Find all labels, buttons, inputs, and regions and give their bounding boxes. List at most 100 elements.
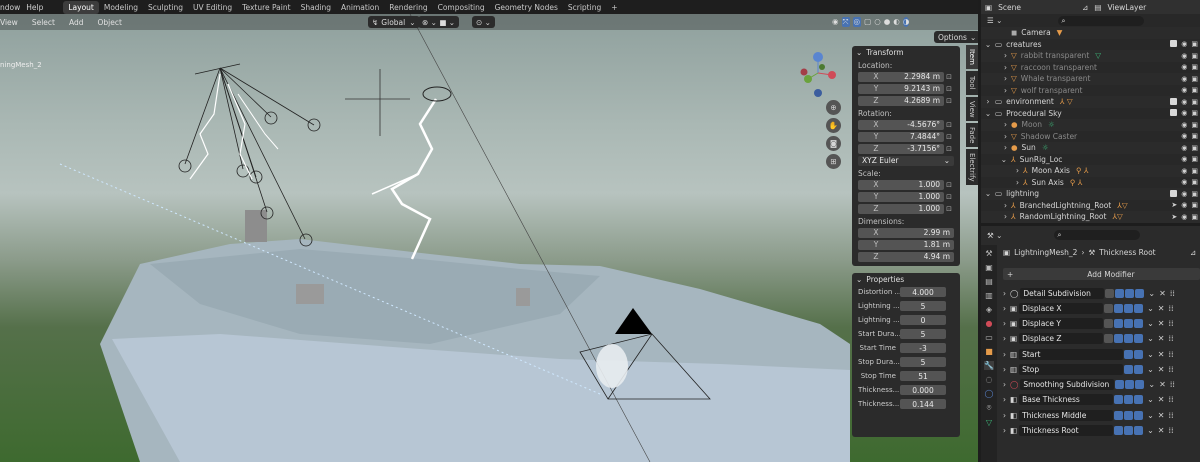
menu-view[interactable]: View <box>0 18 18 27</box>
rotation-y-field[interactable]: Y 7.4844° <box>858 131 944 142</box>
drag-handle-icon[interactable]: ⁞⁞ <box>1169 334 1174 343</box>
location-z-field[interactable]: Z 4.2689 m <box>858 95 944 106</box>
drag-handle-icon[interactable]: ⁞⁞ <box>1169 411 1174 420</box>
drag-handle-icon[interactable]: ⁞⁞ <box>1169 426 1174 435</box>
on-cage-toggle[interactable] <box>1105 289 1115 298</box>
modifier-displace-x[interactable]: › ▣ Displace X ⌄ ✕ ⁞⁞ <box>1003 302 1200 315</box>
outliner-row-moon-axis[interactable]: › ⅄ Moon Axis ⚲ ⅄ ◉ ▣ <box>981 165 1200 177</box>
lock-icon[interactable]: ⊡ <box>944 193 954 201</box>
render-icon[interactable]: ▣ <box>1191 86 1198 94</box>
chevron-right-icon[interactable]: › <box>1003 304 1006 313</box>
edit-mode-toggle[interactable] <box>1114 319 1124 328</box>
tab-sculpting[interactable]: Sculpting <box>143 1 188 14</box>
modifier-detail-subdivision[interactable]: › ◯ Detail Subdivision ⌄ ✕ ⁞⁞ <box>1003 287 1200 300</box>
close-icon[interactable]: ✕ <box>1159 289 1166 298</box>
close-icon[interactable]: ✕ <box>1158 411 1165 420</box>
render-toggle[interactable] <box>1134 319 1144 328</box>
location-y-field[interactable]: Y 9.2143 m <box>858 83 944 94</box>
close-icon[interactable]: ✕ <box>1158 395 1165 404</box>
render-toggle[interactable] <box>1134 411 1144 420</box>
gizmo-icon[interactable]: ⤧ <box>841 17 850 27</box>
outliner-row-branched-lightning-root[interactable]: › ⅄ BranchedLightning_Root ⅄▽ ➤ ◉ ▣ <box>981 200 1200 212</box>
drag-handle-icon[interactable]: ⁞⁞ <box>1169 365 1174 374</box>
viewport-toggle[interactable] <box>1124 319 1134 328</box>
modifier-thickness-middle[interactable]: › ◧ Thickness Middle ⌄ ✕ ⁞⁞ <box>1003 409 1200 422</box>
viewport-toggle[interactable] <box>1124 365 1134 374</box>
render-icon[interactable]: ▣ <box>1191 109 1198 117</box>
menu-window[interactable]: ndow <box>0 3 26 12</box>
pin-icon[interactable]: ⊿ <box>1082 3 1088 12</box>
drag-handle-icon[interactable]: ⁞⁞ <box>1170 289 1175 298</box>
outliner-row-wolf[interactable]: › ▽ wolf transparent ◉ ▣ <box>981 85 1200 97</box>
drag-handle-icon[interactable]: ⁞⁞ <box>1169 350 1174 359</box>
chevron-down-icon[interactable]: ⌄ <box>1147 350 1154 359</box>
editor-type-icon[interactable]: ⚒ ⌄ <box>987 231 1002 240</box>
property-value-field[interactable]: 51 <box>900 371 946 381</box>
property-value-field[interactable]: -3 <box>900 343 946 353</box>
eye-icon[interactable]: ◉ <box>1181 52 1187 60</box>
modifier-name-field[interactable]: Thickness Middle <box>1019 410 1114 421</box>
render-icon[interactable]: ▣ <box>1191 52 1198 60</box>
ortho-grid-icon[interactable]: ⊞ <box>826 154 841 169</box>
overlay-icon[interactable]: ◎ <box>852 17 862 27</box>
view-layer-icon[interactable]: ▤ <box>1094 3 1101 12</box>
scale-y-field[interactable]: Y 1.000 <box>858 191 944 202</box>
dimensions-x-field[interactable]: X 2.99 m <box>858 227 954 238</box>
side-tab-fade[interactable]: Fade <box>966 123 978 147</box>
edit-mode-toggle[interactable] <box>1115 380 1125 389</box>
particles-tab-icon[interactable]: ◌ <box>986 375 993 384</box>
eye-icon[interactable]: ◉ <box>1181 98 1187 106</box>
property-value-field[interactable]: 0 <box>900 315 946 325</box>
render-toggle[interactable] <box>1134 395 1144 404</box>
chevron-right-icon[interactable]: › <box>1003 411 1006 420</box>
outliner-row-procedural-sky[interactable]: ⌄ ▭ Procedural Sky ◉ ▣ <box>981 108 1200 120</box>
chevron-down-icon[interactable]: ⌄ <box>1148 380 1155 389</box>
tab-compositing[interactable]: Compositing <box>433 1 490 14</box>
tab-texture-paint[interactable]: Texture Paint <box>237 1 295 14</box>
close-icon[interactable]: ✕ <box>1158 304 1165 313</box>
eye-icon[interactable]: ◉ <box>1181 40 1187 48</box>
pivot-snap-controls[interactable]: ⊗ ⌄ ■ ⌄ <box>418 16 460 28</box>
property-value-field[interactable]: 4.000 <box>900 287 946 297</box>
lock-icon[interactable]: ⊡ <box>944 85 954 93</box>
chevron-right-icon[interactable]: › <box>1003 319 1006 328</box>
modifier-displace-y[interactable]: › ▣ Displace Y ⌄ ✕ ⁞⁞ <box>1003 317 1200 330</box>
collection-tab-icon[interactable]: ▭ <box>985 333 993 342</box>
drag-handle-icon[interactable]: ⁞⁞ <box>1169 304 1174 313</box>
drag-handle-icon[interactable]: ⁞⁞ <box>1170 380 1175 389</box>
eye-icon[interactable]: ◉ <box>1181 132 1187 140</box>
render-toggle[interactable] <box>1135 289 1145 298</box>
chevron-down-icon[interactable]: ⌄ <box>1147 304 1154 313</box>
render-toggle[interactable] <box>1134 350 1144 359</box>
dimensions-z-field[interactable]: Z 4.94 m <box>858 251 954 262</box>
chevron-down-icon[interactable]: ⌄ <box>1147 334 1154 343</box>
render-icon[interactable]: ▣ <box>1191 167 1198 175</box>
lock-icon[interactable]: ⊡ <box>944 97 954 105</box>
outliner-row-lightning[interactable]: ⌄ ▭ lightning ◉ ▣ <box>981 188 1200 200</box>
visibility-icon[interactable]: ◉ <box>832 17 839 27</box>
drag-handle-icon[interactable]: ⁞⁞ <box>1169 395 1174 404</box>
lock-icon[interactable]: ⊡ <box>944 205 954 213</box>
scene-selector[interactable]: Scene <box>998 3 1076 12</box>
close-icon[interactable]: ✕ <box>1159 380 1166 389</box>
edit-mode-toggle[interactable] <box>1114 426 1124 435</box>
render-tab-icon[interactable]: ▣ <box>985 263 993 272</box>
modifier-name-field[interactable]: Thickness Root <box>1019 425 1114 436</box>
eye-icon[interactable]: ◉ <box>1181 86 1187 94</box>
tab-rendering[interactable]: Rendering <box>384 1 432 14</box>
eye-icon[interactable]: ◉ <box>1181 178 1187 186</box>
modifier-tab-icon[interactable]: 🔧 <box>984 361 994 370</box>
property-value-field[interactable]: 5 <box>900 301 946 311</box>
lock-icon[interactable]: ⊡ <box>944 121 954 129</box>
xray-icon[interactable]: ▢ <box>864 17 871 27</box>
modifier-name-field[interactable]: Stop <box>1019 364 1124 375</box>
side-tab-tool[interactable]: Tool <box>966 71 978 95</box>
modifier-start[interactable]: › ▥ Start ⌄ ✕ ⁞⁞ <box>1003 348 1200 361</box>
side-tab-electrify[interactable]: Electrify <box>966 149 978 185</box>
constraints-tab-icon[interactable]: ⌾ <box>987 403 992 413</box>
menu-select[interactable]: Select <box>32 18 55 27</box>
chevron-down-icon[interactable]: ⌄ <box>1147 319 1154 328</box>
view-layer-tab-icon[interactable]: ▥ <box>985 291 993 300</box>
scene-tab-icon[interactable]: ◈ <box>986 305 992 314</box>
tab-modeling[interactable]: Modeling <box>99 1 143 14</box>
